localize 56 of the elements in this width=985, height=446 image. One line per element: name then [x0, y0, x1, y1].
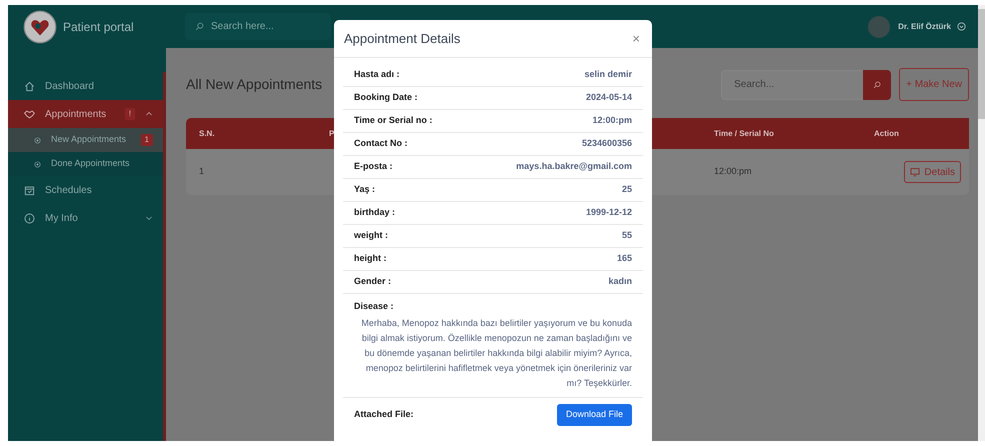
field-label: Attached File:: [354, 408, 414, 422]
field-label: Disease :: [354, 300, 395, 313]
avatar[interactable]: [868, 16, 890, 38]
field-value: 1999-12-12: [586, 206, 632, 220]
info-icon: [24, 212, 35, 224]
field-label: Hasta adı :: [354, 68, 400, 82]
field-label: Contact No :: [354, 137, 408, 150]
chevron-up-icon: [145, 110, 153, 118]
submenu-item[interactable]: Done Appointments: [8, 152, 163, 176]
field-label: E-posta :: [354, 160, 393, 174]
monitor-icon: [910, 167, 920, 177]
field-value: mays.ha.bakre@gmail.com: [516, 160, 632, 174]
search-field[interactable]: Search here...: [185, 13, 331, 40]
sidebar-item[interactable]: My Info: [8, 204, 163, 232]
field-value: 5234600356: [582, 137, 632, 150]
field-label: Booking Date :: [354, 91, 418, 104]
sidebar-item[interactable]: Appointments !: [8, 100, 163, 128]
submenu-item[interactable]: New Appointments 1: [8, 128, 163, 152]
circle-icon: [34, 136, 41, 144]
home-icon: [24, 80, 35, 92]
field-value: kadın: [608, 275, 632, 288]
sidebar-item[interactable]: Schedules: [8, 176, 163, 204]
table-cell-text: 1: [198, 165, 206, 178]
search-icon: [873, 80, 882, 88]
user-name[interactable]: Dr. Elif Öztürk: [898, 20, 951, 32]
field-value: 25: [622, 183, 632, 196]
page-title: All New Appointments: [186, 76, 322, 93]
scrollbar[interactable]: [978, 5, 985, 441]
search-button[interactable]: [863, 70, 892, 100]
field-label: weight :: [354, 229, 388, 242]
notification-badge: 1: [140, 134, 153, 146]
field-value: 2024-05-14: [586, 91, 632, 104]
search-field[interactable]: Search...: [721, 70, 864, 100]
disease-description: Merhaba, Menopoz hakkında bazı belirtiler yaşıyorum ve bu konuda bilgi almak istiyorum. Özellikle menopozun ne zaman başladığını ve bu dönemde yaşanan belirtiler hakkında bilgi alabilir miyim? Ayrıca, menopoz belirtilerini hafifletmek veya yönetmek için önerileriniz var mı? Teşekkürler.: [360, 316, 632, 390]
field-value: 165: [616, 252, 632, 266]
circle-icon: [34, 160, 41, 168]
field-label: height :: [354, 252, 386, 266]
modal-title: Appointment Details: [344, 30, 460, 46]
brand-name: Patient portal: [63, 18, 134, 36]
chevron-down-icon: [957, 22, 966, 31]
field-label: Gender :: [354, 275, 392, 288]
field-label: Yaş :: [354, 183, 376, 196]
chevron-down-icon: [145, 214, 153, 222]
download-button[interactable]: Download File: [556, 404, 632, 426]
column-header: Time / Serial No: [701, 118, 861, 149]
column-header: S.N.: [186, 118, 316, 149]
notification-badge: !: [124, 108, 135, 120]
logo-icon: [23, 10, 57, 44]
sidebar-item[interactable]: Dashboard: [8, 72, 163, 100]
table-cell-text: 12:00:pm: [713, 165, 753, 178]
field-label: birthday :: [354, 206, 396, 220]
field-value: selin demir: [584, 68, 632, 82]
close-button[interactable]: ×: [632, 32, 640, 45]
field-value: 55: [622, 229, 632, 242]
column-header: Action: [861, 118, 969, 149]
calendar-icon: [24, 184, 35, 196]
